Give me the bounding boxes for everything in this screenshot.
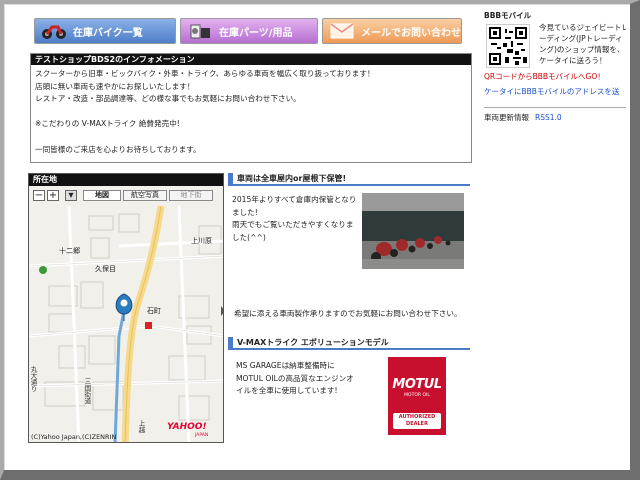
storage-line: 2015年よりすべて倉庫内保管となりました! (232, 195, 357, 217)
yahoo-logo-sub: JAPAN (195, 433, 209, 438)
divider (484, 107, 626, 108)
map-copyright: (C)Yahoo Japan,(C)ZENRIN (31, 433, 117, 441)
motul-logo: MOTUL (392, 377, 442, 392)
info-line (35, 131, 467, 144)
motul-dealer-badge: MOTUL MOTOR OIL AUTHORIZED DEALER (388, 357, 446, 435)
map-dropdown-icon[interactable]: ▾ (65, 190, 77, 201)
vehicle-updates-row: 車両更新情報 RSS1.0 (484, 112, 562, 123)
authorized-dealer-label: AUTHORIZED DEALER (393, 413, 441, 429)
rss-link[interactable]: RSS1.0 (535, 113, 562, 122)
info-line (35, 106, 467, 119)
location-map[interactable]: 所在地 丸大通り 三国街道 上越 − + ▾ 地図 航空写真 地下街 十二郷 久… (28, 173, 224, 443)
send-address-link[interactable]: ケータイにBBBモバイルのアドレスを送 (484, 86, 626, 97)
info-line: 一同皆様のご来店を心よりお待ちしております。 (35, 144, 201, 154)
info-title: テストショップBDS2のインフォメーション (31, 54, 471, 65)
map-canvas[interactable]: 丸大通り 三国街道 上越 (29, 186, 224, 443)
updates-label: 車両更新情報 (484, 113, 529, 122)
vmax-text: MS GARAGEは納車整備時に MOTUL OILの高品質なエンジンオ イルを… (236, 360, 376, 398)
tab-underground[interactable]: 地下街 (169, 190, 213, 201)
parts-icon (190, 24, 210, 39)
place-label: 石町 (147, 307, 161, 315)
stock-bikes-label: 在庫バイク一覧 (73, 27, 143, 39)
map-title: 所在地 (29, 174, 223, 186)
place-label: 十二郷 (59, 247, 80, 255)
info-line: 店頭に無い車両も速やかにお探しいたします！ (35, 81, 195, 91)
info-line: スクーターから旧車・ビックバイク・外車・トライク、あらゆる車両を幅広く取り扱って… (35, 69, 375, 78)
info-body: スクーターから旧車・ビックバイク・外車・トライク、あらゆる車両を幅広く取り扱って… (31, 65, 471, 159)
stock-parts-button[interactable]: 在庫パーツ/用品 (180, 18, 318, 44)
vmax-line: MS GARAGEは納車整備時に (236, 361, 335, 370)
envelope-icon (330, 23, 354, 39)
badge-line: DEALER (406, 421, 428, 427)
sidebar-description: 今見ているジェイビートレーディング(JPトレーディング)のショップ情報を、ケータ… (539, 23, 626, 65)
vmax-line: イルを全車に使用しています! (236, 386, 338, 395)
shop-page: 在庫バイク一覧 在庫パーツ/用品 メールでお問い合わせ テストショップBDS2の… (22, 10, 626, 466)
request-text: 希望に添える車両製作承りますのでお気軽にお問い合わせ下さい。 (234, 309, 462, 318)
place-label: 上川原 (191, 237, 212, 245)
svg-text:三国街道: 三国街道 (83, 378, 91, 406)
vmax-section-title: V-MAXトライク エボリューションモデル (228, 337, 470, 350)
zoom-out-button[interactable]: − (33, 190, 45, 201)
motul-sub: MOTOR OIL (404, 393, 430, 398)
garage-photo (362, 193, 464, 269)
mail-contact-button[interactable]: メールでお問い合わせ (322, 18, 462, 44)
info-line: ※こだわりの V-MAXトライク 絶賛発売中! (35, 119, 180, 129)
storage-section-title: 車両は全車屋内or屋根下保管! (228, 173, 470, 186)
sidebar-title: BBBモバイル (484, 11, 532, 20)
zoom-in-button[interactable]: + (47, 190, 59, 201)
info-box: テストショップBDS2のインフォメーション スクーターから旧車・ビックバイク・外… (30, 53, 472, 163)
badge-line: AUTHORIZED (398, 414, 436, 420)
tab-aerial[interactable]: 航空写真 (123, 190, 167, 201)
stock-bikes-button[interactable]: 在庫バイク一覧 (34, 18, 176, 44)
svg-text:丸大通り: 丸大通り (29, 365, 37, 393)
svg-text:上越: 上越 (137, 419, 145, 435)
vmax-line: MOTUL OILの高品質なエンジンオ (236, 373, 354, 383)
stock-parts-label: 在庫パーツ/用品 (219, 27, 293, 39)
info-line: レストア・改造・部品調達等、どの様な事でもお気軽にお問い合わせ下さい。 (35, 94, 301, 104)
place-label: 久保目 (95, 265, 116, 273)
storage-text: 2015年よりすべて倉庫内保管となりました! 雨天でもご覧いただきやすくなりまし… (232, 194, 358, 244)
storage-line: 雨天でもご覧いただきやすくなりました(^^) (232, 220, 354, 242)
qr-code (486, 24, 530, 68)
mail-contact-label: メールでお問い合わせ (361, 27, 461, 39)
yahoo-logo: YAHOO! (167, 422, 207, 432)
qr-goto-link[interactable]: QRコードからBBBモバイルへGO！ (484, 71, 605, 82)
tab-map[interactable]: 地図 (83, 190, 121, 201)
motorcycle-icon (42, 25, 66, 39)
